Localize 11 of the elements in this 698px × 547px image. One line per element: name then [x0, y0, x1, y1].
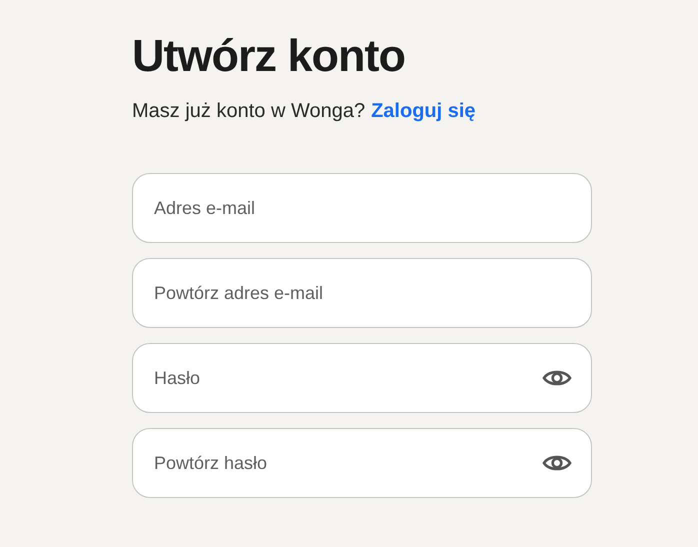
page-title: Utwórz konto — [132, 29, 406, 83]
eye-icon — [542, 453, 572, 473]
eye-icon — [542, 368, 572, 388]
show-password-button[interactable] — [542, 368, 572, 388]
subtitle-text: Masz już konto w Wonga? — [132, 100, 366, 123]
email-field[interactable]: Adres e-mail — [132, 173, 592, 243]
show-password-button[interactable] — [542, 453, 572, 473]
password-field[interactable]: Hasło — [132, 343, 592, 413]
email-field[interactable]: Powtórz adres e-mail — [132, 258, 592, 328]
login-link[interactable]: Zaloguj się — [371, 100, 476, 123]
password-field[interactable]: Powtórz hasło — [132, 428, 592, 498]
